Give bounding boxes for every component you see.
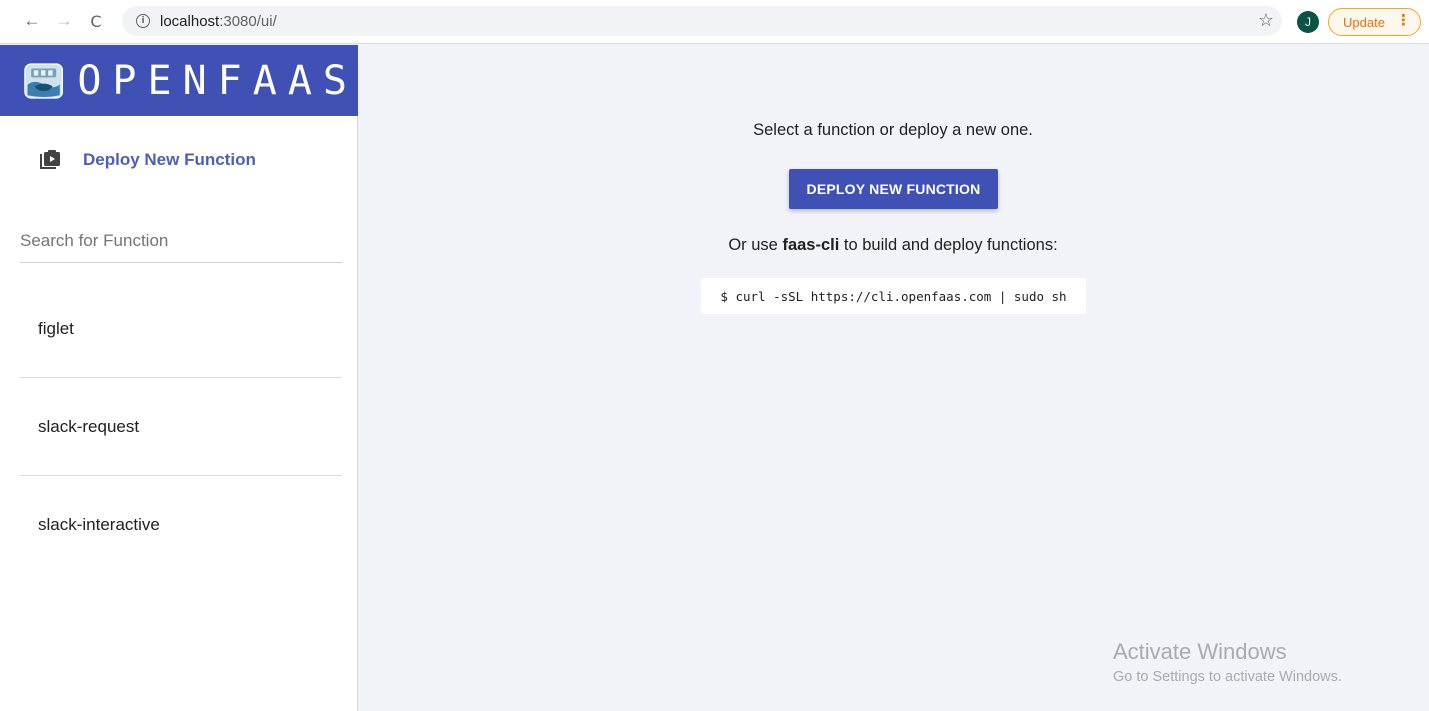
- brand-title: OPENFAAS: [77, 57, 358, 104]
- menu-dots-icon: ⋮: [1396, 12, 1411, 29]
- cli-suffix: to build and deploy functions:: [839, 236, 1058, 254]
- deploy-new-function-link[interactable]: Deploy New Function: [38, 149, 256, 171]
- brand-header: OPENFAAS: [0, 45, 358, 116]
- info-icon[interactable]: i: [136, 14, 150, 28]
- openfaas-logo-icon: [24, 62, 64, 99]
- deploy-function-icon: [40, 150, 60, 169]
- update-button[interactable]: Update ⋮: [1328, 8, 1421, 36]
- forward-icon[interactable]: →: [52, 9, 76, 33]
- profile-avatar[interactable]: J: [1297, 11, 1319, 33]
- function-item-slack-request[interactable]: slack-request: [20, 378, 342, 476]
- url-host: localhost: [160, 12, 220, 30]
- reload-icon[interactable]: C: [84, 9, 108, 33]
- url-text[interactable]: localhost:3080/ui/: [160, 13, 277, 30]
- function-item-slack-interactive[interactable]: slack-interactive: [20, 476, 342, 574]
- cli-command: $ curl -sSL https://cli.openfaas.com | s…: [701, 278, 1086, 314]
- function-name: slack-interactive: [38, 515, 160, 534]
- bookmark-star-icon[interactable]: ☆: [1258, 10, 1274, 31]
- cli-instructions: Or use faas-cli to build and deploy func…: [359, 236, 1427, 255]
- cli-prefix: Or use: [728, 236, 783, 254]
- update-label: Update: [1343, 14, 1385, 30]
- watermark-title: Activate Windows: [1113, 639, 1287, 664]
- back-icon[interactable]: ←: [20, 9, 44, 33]
- function-name: slack-request: [38, 416, 140, 436]
- function-list: figlet slack-request slack-interactive: [20, 280, 342, 574]
- url-path: :3080/ui/: [219, 12, 277, 30]
- address-bar[interactable]: i localhost:3080/ui/ ☆: [122, 6, 1282, 36]
- cli-command-text: $ curl -sSL https://cli.openfaas.com | s…: [720, 288, 1067, 304]
- function-name: figlet: [38, 318, 74, 338]
- deploy-new-function-button[interactable]: DEPLOY NEW FUNCTION: [789, 169, 998, 209]
- function-item-figlet[interactable]: figlet: [20, 280, 342, 378]
- intro-text: Select a function or deploy a new one.: [753, 121, 1033, 139]
- watermark-subtitle: Go to Settings to activate Windows.: [1113, 669, 1342, 685]
- main-content: Select a function or deploy a new one. D…: [359, 45, 1429, 711]
- browser-toolbar: ← → C i localhost:3080/ui/ ☆ J Update ⋮: [0, 0, 1429, 44]
- search-input[interactable]: [20, 223, 342, 251]
- function-search: [20, 223, 342, 263]
- deploy-link-label: Deploy New Function: [83, 150, 256, 169]
- activate-windows-watermark: Activate Windows Go to Settings to activ…: [1113, 639, 1342, 685]
- cli-tool-name: faas-cli: [782, 236, 840, 254]
- sidebar: OPENFAAS Deploy New Function figlet slac…: [0, 45, 358, 711]
